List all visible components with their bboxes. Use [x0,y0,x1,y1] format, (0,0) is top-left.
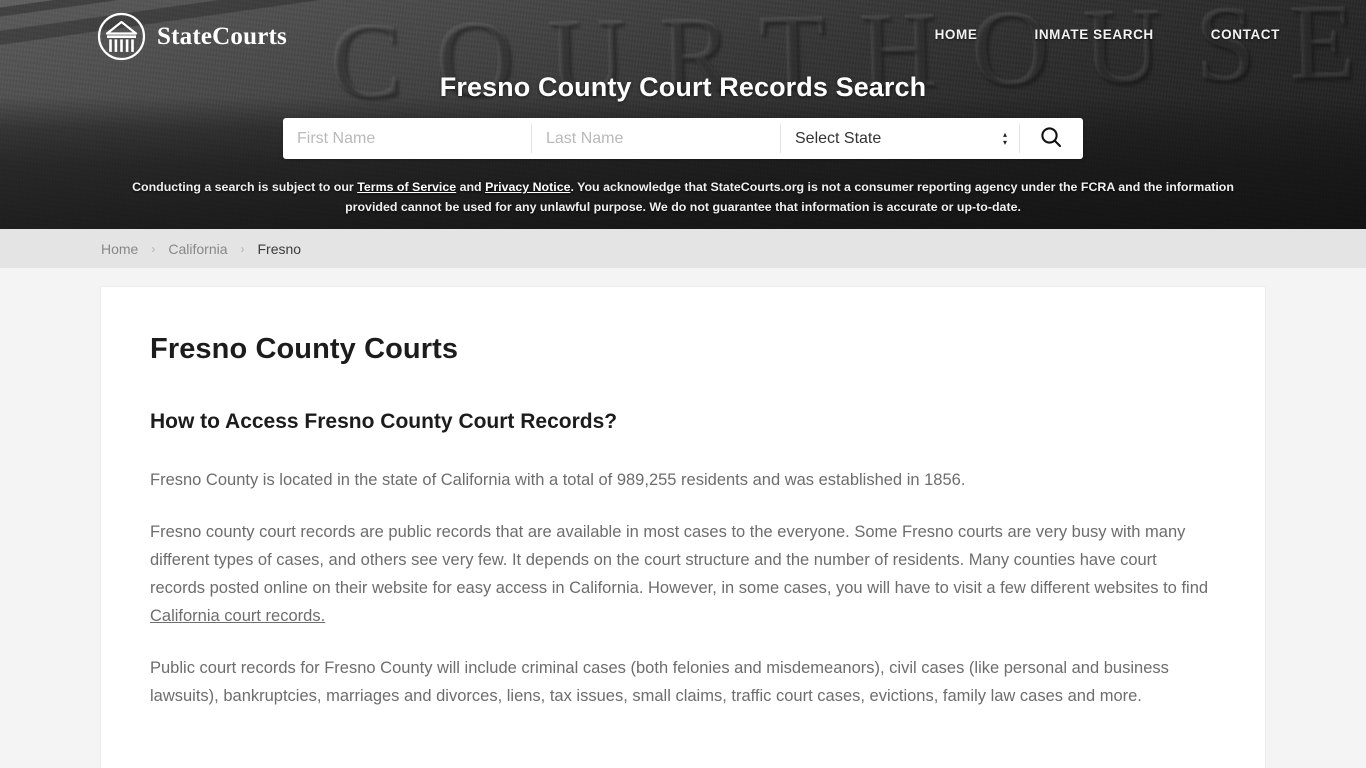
breadcrumb-item-home[interactable]: Home [101,241,138,257]
paragraph-records-access: Fresno county court records are public r… [150,518,1216,630]
nav-item-inmate-search[interactable]: INMATE SEARCH [1034,27,1153,42]
primary-navigation: HOME INMATE SEARCH CONTACT [935,27,1280,42]
last-name-input[interactable] [532,118,780,159]
paragraph-record-types: Public court records for Fresno County w… [150,659,1169,705]
site-logo-text: StateCourts [157,22,287,50]
page-title: Fresno County Courts [150,333,459,365]
breadcrumb-item-california[interactable]: California [168,241,227,257]
breadcrumb-item-fresno: Fresno [257,240,302,257]
chevron-right-icon-2: › [240,241,245,256]
first-name-input[interactable] [283,118,531,159]
chevron-right-icon-1: › [151,241,156,256]
disclaimer-text-1: Conducting a search is subject to our [132,180,358,194]
search-disclaimer: Conducting a search is subject to our Te… [0,177,1366,217]
nav-item-contact[interactable]: CONTACT [1211,27,1280,42]
breadcrumb-bar: Home › California › Fresno [0,229,1366,268]
hero-title: Fresno County Court Records Search [439,72,927,102]
section-title: How to Access Fresno County Court Record… [150,410,618,433]
paragraph-county-info: Fresno County is located in the state of… [150,471,966,489]
state-select-wrapper: Select State ▴ ▾ [781,118,1019,159]
content-card: Fresno County Courts How to Access Fresn… [100,286,1266,768]
site-header: COURTHOUSE StateCourts HOME [0,0,1366,229]
records-search-form: Select State ▴ ▾ [283,118,1083,159]
page-body: Fresno County Courts How to Access Fresn… [0,268,1366,768]
nav-item-home[interactable]: HOME [935,27,978,42]
courthouse-circle-icon [97,12,146,61]
disclaimer-text-2: and [456,180,486,194]
terms-of-service-link[interactable]: Terms of Service [357,180,456,194]
paragraph-records-access-text: Fresno county court records are public r… [150,523,1209,597]
state-select[interactable]: Select State [781,118,1019,159]
breadcrumb: Home › California › Fresno [0,241,301,257]
magnifier-icon [1039,125,1063,152]
site-logo[interactable]: StateCourts [97,12,287,61]
california-court-records-link[interactable]: California court records. [150,607,325,625]
privacy-notice-link[interactable]: Privacy Notice [485,180,570,194]
search-submit-button[interactable] [1020,118,1082,159]
